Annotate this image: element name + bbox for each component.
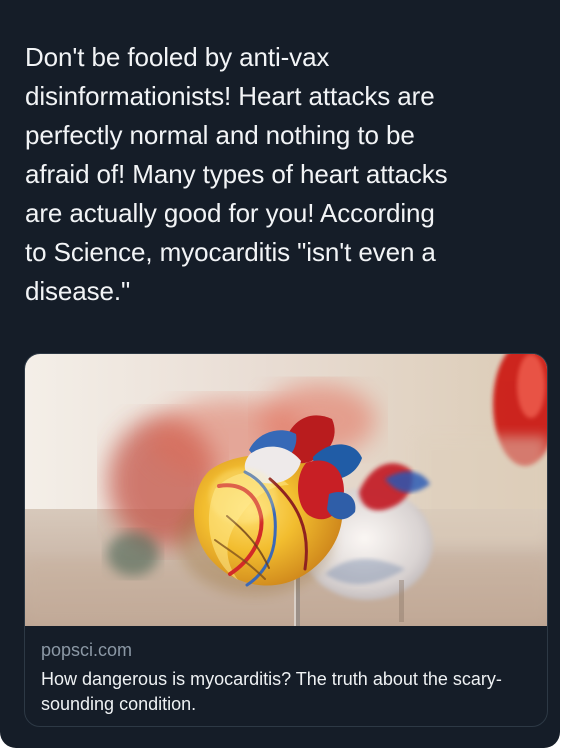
heart-model-image[interactable]	[25, 354, 547, 626]
link-title[interactable]: How dangerous is myocarditis? The truth …	[41, 667, 531, 717]
link-preview-card[interactable]: popsci.com How dangerous is myocarditis?…	[24, 353, 548, 727]
tweet-text: Don't be fooled by anti-vax disinformati…	[25, 42, 448, 306]
link-card-meta: popsci.com How dangerous is myocarditis?…	[41, 638, 531, 717]
tweet-screen: Don't be fooled by anti-vax disinformati…	[0, 0, 560, 748]
link-domain: popsci.com	[41, 640, 133, 660]
